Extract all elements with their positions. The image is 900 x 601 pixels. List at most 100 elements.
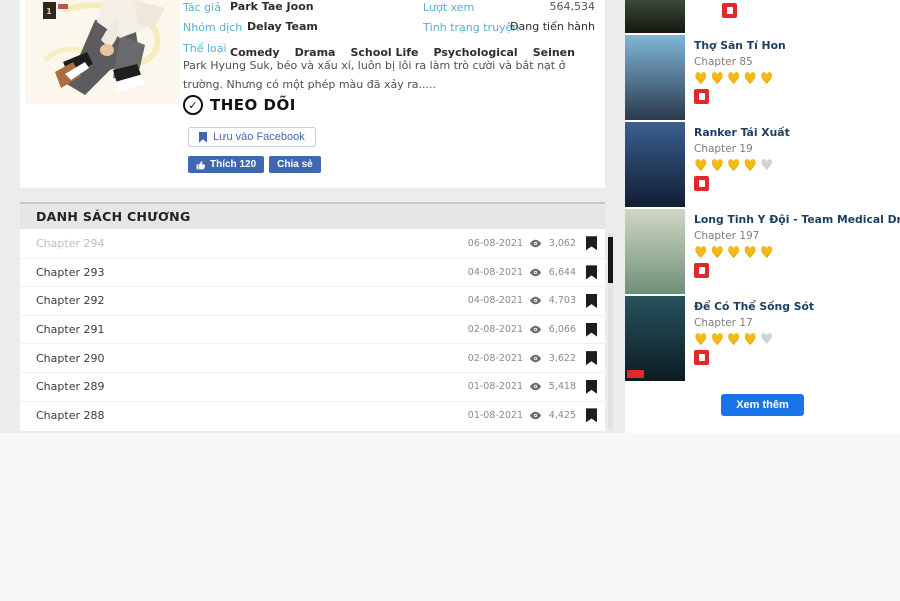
sidebar-item-info: Để Có Thể Sống Sót Chapter 17 ♥♥♥♥♥	[694, 296, 814, 381]
chapter-rows: Chapter 294 06-08-2021 3,062 Chapter 293…	[20, 229, 605, 429]
sidebar-manga-item[interactable]: Long Tinh Y Đội - Team Medical Dragon Ch…	[625, 209, 900, 294]
views-label: Lượt xem	[423, 1, 474, 14]
cover-thumbnail[interactable]	[625, 209, 685, 294]
latest-chapter-link[interactable]: Chapter 197	[694, 230, 900, 242]
sidebar-manga-item-partial[interactable]	[625, 0, 900, 33]
sidebar-manga-item[interactable]: Để Có Thể Sống Sót Chapter 17 ♥♥♥♥♥	[625, 296, 900, 381]
sidebar-item-info: Long Tinh Y Đội - Team Medical Dragon Ch…	[694, 209, 900, 294]
eye-icon	[529, 325, 542, 334]
chapter-name[interactable]: Chapter 294	[36, 237, 104, 250]
bookmark-icon[interactable]	[586, 380, 597, 394]
cover-thumbnail[interactable]	[625, 122, 685, 207]
check-circle-icon: ✓	[183, 95, 203, 115]
chapter-name[interactable]: Chapter 289	[36, 380, 104, 393]
manga-title-link[interactable]: Long Tinh Y Đội - Team Medical Dragon	[694, 213, 900, 226]
chapter-name[interactable]: Chapter 288	[36, 409, 104, 422]
eye-icon	[529, 382, 542, 391]
manga-title-link[interactable]: Ranker Tái Xuất	[694, 126, 790, 139]
cover-thumbnail[interactable]	[625, 0, 685, 33]
manga-description: Park Hyung Suk, béo và xấu xí, luôn bị l…	[183, 56, 595, 94]
rating-hearts: ♥♥♥♥♥	[694, 156, 790, 174]
sidebar-item-info: Ranker Tái Xuất Chapter 19 ♥♥♥♥♥	[694, 122, 790, 207]
chapter-row[interactable]: Chapter 289 01-08-2021 5,418	[20, 372, 605, 401]
chapter-meta: 01-08-2021 4,425	[468, 408, 597, 422]
chapter-row[interactable]: Chapter 293 04-08-2021 6,644	[20, 258, 605, 287]
team-label: Nhóm dịch	[183, 21, 242, 34]
sidebar-manga-item[interactable]: Ranker Tái Xuất Chapter 19 ♥♥♥♥♥	[625, 122, 900, 207]
follow-label: THEO DÕI	[210, 96, 296, 114]
chapter-row[interactable]: Chapter 291 02-08-2021 6,066	[20, 315, 605, 344]
heart-icon: ♥	[727, 69, 743, 87]
chapter-date: 06-08-2021	[468, 238, 523, 249]
chapter-views: 3,062	[548, 238, 576, 249]
heart-icon: ♥	[710, 330, 726, 348]
sidebar-items: Thợ Săn Tí Hon Chapter 85 ♥♥♥♥♥ Ranker T…	[625, 35, 900, 381]
latest-chapter-link[interactable]: Chapter 19	[694, 143, 790, 155]
bookmark-icon[interactable]	[586, 323, 597, 337]
see-more-button[interactable]: Xem thêm	[721, 394, 804, 416]
rating-hearts: ♥♥♥♥♥	[694, 69, 786, 87]
author-label: Tác giả	[183, 1, 221, 14]
heart-icon: ♥	[743, 243, 759, 261]
chapter-meta: 02-08-2021 6,066	[468, 323, 597, 337]
chapter-name[interactable]: Chapter 291	[36, 323, 104, 336]
manga-info-card: 1 Tác giả Park Tae Joon Lượt xem 564,534…	[20, 0, 605, 188]
genres-label: Thể loại	[183, 42, 227, 55]
chapter-meta: 06-08-2021 3,062	[468, 236, 597, 250]
chapter-row[interactable]: Chapter 290 02-08-2021 3,622	[20, 343, 605, 372]
chapter-meta: 02-08-2021 3,622	[468, 351, 597, 365]
red-badge-icon	[694, 263, 709, 278]
latest-chapter-link[interactable]: Chapter 85	[694, 56, 786, 68]
red-badge-icon	[694, 89, 709, 104]
chapter-name[interactable]: Chapter 292	[36, 294, 104, 307]
chapter-list-scrollbar-thumb[interactable]	[608, 237, 613, 283]
chapter-date: 01-08-2021	[468, 381, 523, 392]
author-value[interactable]: Park Tae Joon	[230, 0, 314, 13]
rating-hearts: ♥♥♥♥♥	[694, 330, 814, 348]
heart-icon: ♥	[760, 69, 776, 87]
manga-cover-image[interactable]: 1	[25, 0, 180, 104]
cover-thumbnail[interactable]	[625, 296, 685, 381]
chapter-name[interactable]: Chapter 293	[36, 266, 104, 279]
latest-chapter-link[interactable]: Chapter 17	[694, 317, 814, 329]
bookmark-icon[interactable]	[586, 236, 597, 250]
chapter-name[interactable]: Chapter 290	[36, 352, 104, 365]
facebook-save-button[interactable]: Lưu vào Facebook	[188, 127, 316, 147]
red-badge-icon	[722, 3, 737, 18]
bookmark-icon[interactable]	[586, 408, 597, 422]
facebook-share-button[interactable]: Chia sẻ	[269, 156, 321, 173]
chapter-views: 6,644	[548, 267, 576, 278]
bookmark-icon[interactable]	[586, 294, 597, 308]
bookmark-icon[interactable]	[586, 351, 597, 365]
chapter-list-card: DANH SÁCH CHƯƠNG Chapter 294 06-08-2021 …	[20, 202, 605, 431]
team-value[interactable]: Delay Team	[247, 20, 318, 33]
chapter-meta: 04-08-2021 6,644	[468, 265, 597, 279]
eye-icon	[529, 296, 542, 305]
chapter-date: 04-08-2021	[468, 267, 523, 278]
sidebar-manga-item[interactable]: Thợ Săn Tí Hon Chapter 85 ♥♥♥♥♥	[625, 35, 900, 120]
bookmark-icon	[199, 132, 207, 143]
chapter-date: 02-08-2021	[468, 353, 523, 364]
facebook-like-button[interactable]: Thích 120	[188, 156, 264, 173]
chapter-row[interactable]: Chapter 288 01-08-2021 4,425	[20, 401, 605, 430]
manga-title-link[interactable]: Thợ Săn Tí Hon	[694, 39, 786, 52]
chapter-meta: 01-08-2021 5,418	[468, 380, 597, 394]
heart-icon: ♥	[694, 156, 710, 174]
red-badge-icon	[694, 176, 709, 191]
chapter-views: 5,418	[548, 381, 576, 392]
heart-icon: ♥	[694, 69, 710, 87]
chapter-row[interactable]: Chapter 292 04-08-2021 4,703	[20, 286, 605, 315]
chapter-row[interactable]: Chapter 294 06-08-2021 3,062	[20, 229, 605, 258]
heart-icon: ♥	[710, 243, 726, 261]
facebook-save-label: Lưu vào Facebook	[213, 131, 305, 143]
bookmark-icon[interactable]	[586, 265, 597, 279]
cover-thumbnail[interactable]	[625, 35, 685, 120]
chapter-list-scrollbar-track[interactable]	[608, 233, 613, 429]
follow-button[interactable]: ✓ THEO DÕI	[183, 95, 296, 115]
svg-text:1: 1	[46, 7, 52, 16]
chapter-meta: 04-08-2021 4,703	[468, 294, 597, 308]
chapter-date: 04-08-2021	[468, 295, 523, 306]
publisher-logo	[627, 370, 644, 378]
views-value: 564,534	[550, 0, 596, 13]
manga-title-link[interactable]: Để Có Thể Sống Sót	[694, 300, 814, 313]
